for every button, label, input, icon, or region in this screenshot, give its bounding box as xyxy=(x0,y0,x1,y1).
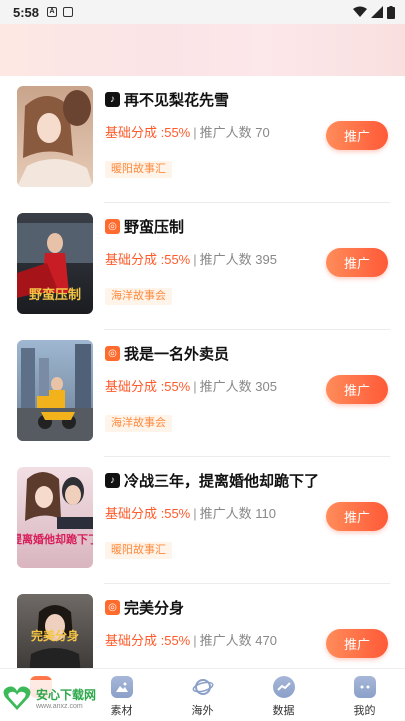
list-item[interactable]: 提离婚他却跪下了 ♪ 冷战三年，提离婚他却跪下了 基础分成 :55%|推广人数 … xyxy=(0,457,405,584)
cover-title: 完美分身 xyxy=(31,628,79,643)
list-item[interactable]: ◎ 我是一名外卖员 基础分成 :55% | 推广人数 305 海洋故事会 推广 xyxy=(0,330,405,457)
notification-card-icon xyxy=(63,7,74,17)
publisher-tag: 暖阳故事汇 xyxy=(105,542,172,559)
separator: | xyxy=(193,125,197,140)
info-row: 基础分成 :55% | 推广人数 110 xyxy=(105,503,276,522)
separator: | xyxy=(193,633,197,648)
cover-image[interactable]: 野蛮压制 xyxy=(17,213,93,314)
list-item[interactable]: 野蛮压制 ◎ 野蛮压制 基础分成 :55% | 推广人数 395 海洋故事会 推广 xyxy=(0,203,405,330)
info-row: 基础分成 :55% | 推广人数 470 xyxy=(105,630,277,649)
share-rate: 基础分成 :55% xyxy=(105,379,191,394)
status-time: 5:58 xyxy=(13,4,40,20)
notification-a-icon: A xyxy=(47,7,58,17)
kuaishou-icon: ◎ xyxy=(105,599,120,615)
promoter-count: 推广人数 110 xyxy=(199,506,276,521)
kuaishou-icon: ◎ xyxy=(105,218,120,234)
nav-label: 海外 xyxy=(191,705,214,717)
promote-button[interactable]: 推广 xyxy=(326,375,388,404)
wifi-icon xyxy=(353,6,367,17)
share-rate: 基础分成 :55% xyxy=(105,125,191,140)
nav-label: 素材 xyxy=(110,705,133,717)
watermark-heart-icon xyxy=(3,686,31,710)
profile-icon xyxy=(353,676,376,698)
drama-list: ♪ 再不见梨花先雪 基础分成 :55% | 推广人数 70 暖阳故事汇 推广 野蛮压… xyxy=(0,76,405,668)
separator: | xyxy=(193,379,197,394)
promote-button[interactable]: 推广 xyxy=(326,629,388,658)
watermark-url: www.anxz.com xyxy=(36,703,83,710)
info-row: 基础分成 :55% | 推广人数 395 xyxy=(105,249,277,268)
planet-icon xyxy=(192,676,214,698)
separator: | xyxy=(193,506,197,521)
status-right xyxy=(353,5,395,19)
publisher-tag: 暖阳故事汇 xyxy=(105,161,172,178)
douyin-icon: ♪ xyxy=(105,472,120,488)
drama-title: 冷战三年，提离婚他却跪下了 xyxy=(124,472,320,490)
trend-chart-icon xyxy=(272,676,295,698)
drama-title: 野蛮压制 xyxy=(124,218,185,236)
title-row: ♪ 冷战三年，提离婚他却跪下了 xyxy=(105,470,319,490)
status-bar: 5:58 A xyxy=(0,0,405,24)
promote-button[interactable]: 推广 xyxy=(326,248,388,277)
top-header-banner xyxy=(0,24,405,76)
share-rate: 基础分成 :55% xyxy=(105,633,191,648)
list-item[interactable]: 完美分身 ◎ 完美分身 基础分成 :55% | 推广人数 470 推广 xyxy=(0,584,405,668)
title-row: ◎ 野蛮压制 xyxy=(105,216,184,236)
nav-overseas[interactable]: 海外 xyxy=(162,669,243,721)
image-icon xyxy=(110,676,133,698)
watermark: 安心下载网 www.anxz.com xyxy=(0,680,110,716)
signal-icon xyxy=(371,6,383,18)
battery-icon xyxy=(387,5,395,19)
watermark-title: 安心下载网 xyxy=(36,688,97,702)
share-rate: 基础分成 :55% xyxy=(105,252,191,267)
nav-label: 数据 xyxy=(272,705,295,717)
publisher-tag: 海洋故事会 xyxy=(105,415,172,432)
promote-button[interactable]: 推广 xyxy=(326,121,388,150)
promoter-count: 推广人数 70 xyxy=(199,125,270,140)
cover-image[interactable] xyxy=(17,340,93,441)
douyin-icon: ♪ xyxy=(105,91,120,107)
cover-image[interactable] xyxy=(17,86,93,187)
promoter-count: 推广人数 470 xyxy=(199,633,277,648)
info-row: 基础分成 :55% | 推广人数 305 xyxy=(105,376,277,395)
promote-button[interactable]: 推广 xyxy=(326,502,388,531)
kuaishou-icon: ◎ xyxy=(105,345,120,361)
title-row: ♪ 再不见梨花先雪 xyxy=(105,89,229,109)
separator: | xyxy=(193,252,197,267)
drama-title: 再不见梨花先雪 xyxy=(124,91,230,109)
cover-image[interactable]: 完美分身 xyxy=(17,594,93,668)
title-row: ◎ 我是一名外卖员 xyxy=(105,343,229,363)
info-row: 基础分成 :55% | 推广人数 70 xyxy=(105,122,270,141)
list-item[interactable]: ♪ 再不见梨花先雪 基础分成 :55% | 推广人数 70 暖阳故事汇 推广 xyxy=(0,76,405,203)
nav-data[interactable]: 数据 xyxy=(243,669,324,721)
cover-title: 提离婚他却跪下了 xyxy=(17,532,93,546)
share-rate: 基础分成 :55% xyxy=(105,506,191,521)
nav-label: 我的 xyxy=(353,705,376,717)
promoter-count: 推广人数 395 xyxy=(199,252,277,267)
cover-title: 野蛮压制 xyxy=(29,287,81,303)
cover-image[interactable]: 提离婚他却跪下了 xyxy=(17,467,93,568)
drama-title: 完美分身 xyxy=(124,599,185,617)
publisher-tag: 海洋故事会 xyxy=(105,288,172,305)
title-row: ◎ 完美分身 xyxy=(105,597,184,617)
nav-mine[interactable]: 我的 xyxy=(324,669,405,721)
drama-title: 我是一名外卖员 xyxy=(124,345,230,363)
promoter-count: 推广人数 305 xyxy=(199,379,277,394)
